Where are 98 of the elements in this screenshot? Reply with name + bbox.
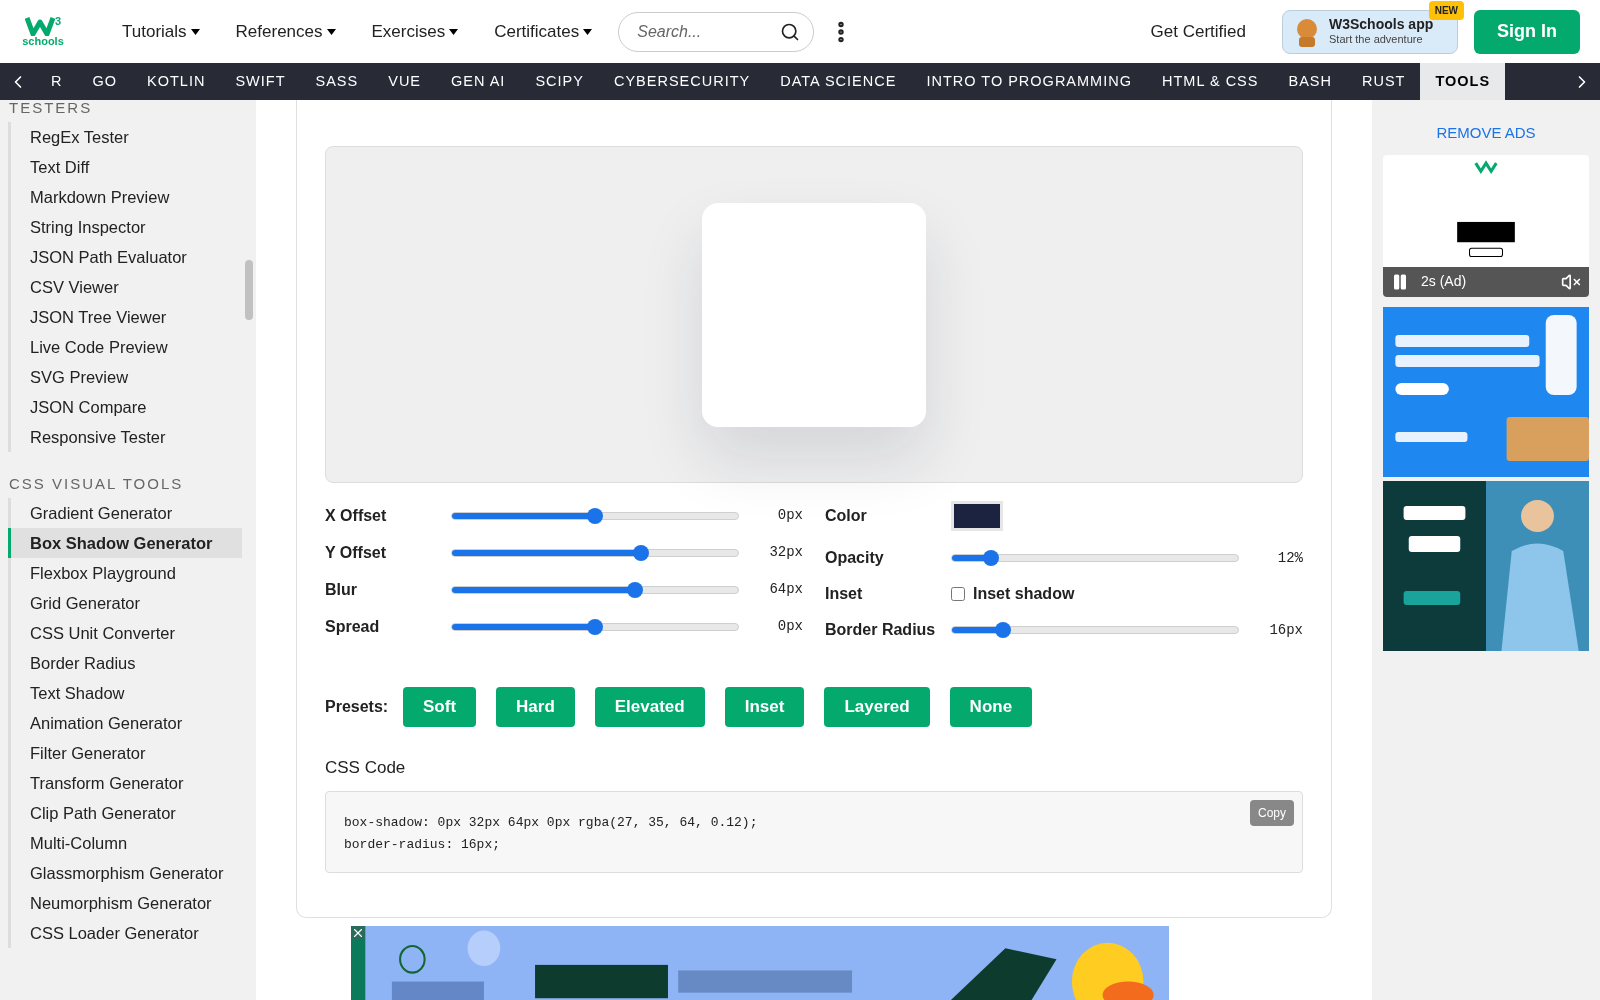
topic-tab[interactable]: GEN AI [436,63,521,100]
topic-tab[interactable]: HTML & CSS [1147,63,1274,100]
sidebar-item[interactable]: Transform Generator [8,768,242,798]
nav-menu[interactable]: Certificates [494,18,593,45]
slider-track[interactable] [451,622,739,631]
css-code-heading: CSS Code [325,757,407,779]
slider-thumb[interactable] [994,622,1011,638]
topic-tab[interactable]: CYBERSECURITY [598,63,766,100]
control-value: 16px [1268,620,1303,640]
topic-tab[interactable]: DATA SCIENCE [765,63,912,100]
caret-icon [190,28,200,35]
sidebar-item[interactable]: Text Diff [8,152,242,182]
nav-menu[interactable]: Exercises [371,18,459,45]
slider-track[interactable] [951,626,1239,634]
control-value: 64px [768,580,803,599]
control-label: Color [825,506,868,526]
slider-track[interactable] [451,585,739,594]
slider-thumb[interactable] [587,507,603,524]
slider-thumb[interactable] [983,550,1000,566]
sidebar-item[interactable]: Multi-Column [8,828,242,858]
slider-thumb[interactable] [587,618,603,635]
sidebar-item[interactable]: JSON Tree Viewer [8,302,242,332]
sidebar-item[interactable]: Neumorphism Generator [8,888,242,918]
copy-button[interactable]: Copy [1250,799,1294,826]
control-label: Opacity [825,548,885,568]
control-value: 0px [776,617,803,636]
topic-tab[interactable]: TOOLS [1420,63,1506,100]
sidebar-item[interactable]: JSON Compare [8,392,242,422]
sidebar-item[interactable]: CSS Unit Converter [8,618,242,648]
slider-thumb[interactable] [627,581,644,598]
topic-tab[interactable]: R [36,63,78,100]
app-subtitle: Start the adventure [1329,33,1424,48]
slider-track[interactable] [451,548,739,557]
inset-checkbox[interactable] [951,587,965,601]
control-label: Y Offset [325,542,388,563]
sidebar-item[interactable]: Text Shadow [8,678,242,708]
logo-icon[interactable] [24,16,55,36]
code-line: box-shadow: 0px 32px 64px 0px rgba(27, 35, 64, 0.12); [344,813,758,832]
sidebar-item[interactable]: String Inspector [8,212,242,242]
control-value: 32px [768,543,803,562]
search-icon[interactable] [780,21,801,42]
sidebar-item[interactable]: Responsive Tester [8,422,242,452]
control-value: 12% [1276,548,1303,568]
slider-track[interactable] [451,511,739,520]
scrollbar-thumb[interactable] [245,260,253,320]
logo-superscript: 3 [54,16,62,27]
sidebar-item[interactable]: Flexbox Playground [8,558,242,588]
nav-menu[interactable]: References [235,18,336,45]
sidebar-item[interactable]: RegEx Tester [8,122,242,152]
topic-tab[interactable]: GO [77,63,133,100]
caret-icon [449,28,459,35]
sidebar-item[interactable]: Border Radius [8,648,242,678]
ad-timer: 2s (Ad) [1421,272,1467,291]
sidebar-item[interactable]: JSON Path Evaluator [8,242,242,272]
sidebar-item[interactable]: Gradient Generator [8,498,242,528]
color-swatch[interactable] [951,501,1003,531]
topic-tab[interactable]: RUST [1346,63,1421,100]
search-field[interactable]: Search... [618,11,815,52]
control-label: Border Radius [825,620,937,640]
sidebar-item[interactable]: Filter Generator [8,738,242,768]
get-certified-link[interactable]: Get Certified [1150,18,1246,45]
checkbox-label: Inset shadow [973,584,1075,604]
sidebar-item[interactable]: Clip Path Generator [8,798,242,828]
sidebar-item[interactable]: Animation Generator [8,708,242,738]
sidebar-item[interactable]: CSV Viewer [8,272,242,302]
slider-thumb[interactable] [633,544,650,561]
pause-icon[interactable] [1391,272,1409,291]
sidebar-item[interactable]: Live Code Preview [8,332,242,362]
topic-tab[interactable]: KOTLIN [132,63,221,100]
topic-tab[interactable]: SCIPY [520,63,599,100]
slider-track[interactable] [951,554,1239,562]
caret-icon [326,28,336,35]
control-label: Blur [325,579,358,600]
sidebar-item[interactable]: SVG Preview [8,362,242,392]
sidebar-item[interactable]: Glassmorphism Generator [8,858,242,888]
control-label: Spread [325,616,381,637]
remove-ads-link[interactable]: REMOVE ADS [1436,122,1536,145]
new-badge: NEW [1428,0,1464,20]
topic-tab[interactable]: SASS [300,63,374,100]
nav-menu[interactable]: Tutorials [122,18,200,45]
topic-tab[interactable]: SWIFT [220,63,301,100]
sidebar-heading: CSS VISUAL TOOLS [8,473,185,494]
sidebar-item[interactable]: CSS Loader Generator [8,918,242,948]
close-icon[interactable] [351,925,365,940]
code-line: border-radius: 16px; [344,835,501,854]
mute-icon[interactable] [1561,271,1581,292]
sidebar-item[interactable]: Grid Generator [8,588,242,618]
logo-text: schools [22,36,64,47]
sidebar-heading: TESTERS [8,100,94,118]
sidebar-item[interactable]: Markdown Preview [8,182,242,212]
topic-tab[interactable]: INTRO TO PROGRAMMING [911,63,1147,100]
control-value: 0px [776,506,803,525]
control-label: Inset [825,584,864,604]
sidebar-item[interactable]: Box Shadow Generator [8,528,242,558]
topic-tab[interactable]: BASH [1273,63,1347,100]
caret-icon [583,28,593,35]
control-label: X Offset [325,505,388,526]
topic-tab[interactable]: VUE [373,63,437,100]
